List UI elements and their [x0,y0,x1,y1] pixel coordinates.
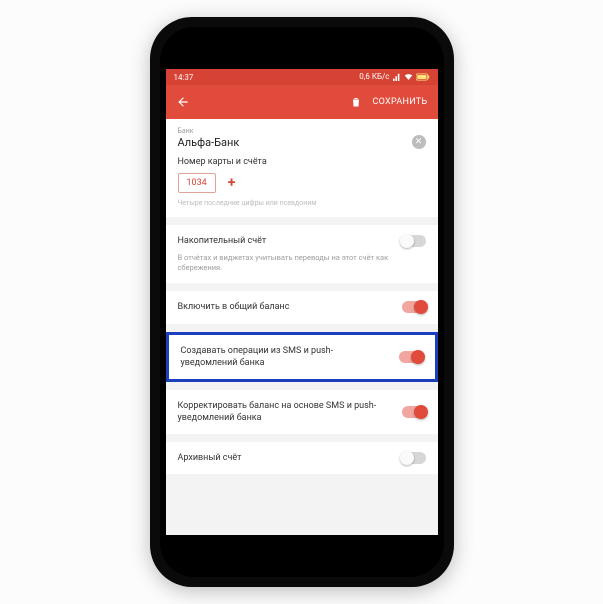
app-bar: СОХРАНИТЬ [166,85,438,119]
screen: 14:37 0,6 КБ/с [166,69,438,535]
row-correct-balance[interactable]: Корректировать баланс на основе SMS и pu… [166,390,438,434]
back-button[interactable] [176,95,190,109]
row-label: Корректировать баланс на основе SMS и pu… [178,400,392,424]
row-label: Архивный счёт [178,452,392,464]
bank-card-section: Банк Альфа-Банк ✕ Номер карты и счёта 10… [166,119,438,217]
save-button[interactable]: СОХРАНИТЬ [372,97,427,107]
row-sub: В отчётах и виджетах учитывать переводы … [178,253,426,273]
close-icon: ✕ [415,138,423,147]
signal-icon [393,73,401,81]
toggle-savings[interactable] [402,235,426,247]
clear-bank-button[interactable]: ✕ [412,135,426,149]
row-label: Накопительный счёт [178,235,392,247]
toggle-archive[interactable] [402,452,426,464]
status-right: 0,6 КБ/с [359,73,429,81]
card-number-chip[interactable]: 1034 [178,173,216,193]
bank-name-value[interactable]: Альфа-Банк [178,136,240,149]
wifi-icon [404,73,413,81]
battery-icon [416,73,430,81]
card-number-label: Номер карты и счёта [178,157,426,167]
row-label: Включить в общий баланс [178,301,392,313]
row-include-balance[interactable]: Включить в общий баланс [166,291,438,323]
content: Банк Альфа-Банк ✕ Номер карты и счёта 10… [166,119,438,535]
row-archive[interactable]: Архивный счёт [166,442,438,474]
toggle-correct-balance[interactable] [402,406,426,418]
delete-button[interactable] [350,96,362,108]
phone-frame: 14:37 0,6 КБ/с [150,17,454,587]
plus-icon: + [228,175,236,191]
row-label: Создавать операции из SMS и push-уведомл… [181,345,389,369]
card-number-hint: Четыре последние цифры или псевдоним [178,199,426,207]
toggle-sms-push[interactable] [399,351,423,363]
bank-field-label: Банк [178,127,426,135]
add-card-button[interactable]: + [224,175,240,191]
row-sms-push[interactable]: Создавать операции из SMS и push-уведомл… [169,335,435,379]
status-time: 14:37 [174,73,194,82]
toggle-include-balance[interactable] [402,301,426,313]
status-bar: 14:37 0,6 КБ/с [166,69,438,85]
status-net-speed: 0,6 КБ/с [359,73,389,81]
row-savings-account[interactable]: Накопительный счёт В отчётах и виджетах … [166,225,438,283]
highlight-frame: Создавать операции из SMS и push-уведомл… [166,332,438,382]
